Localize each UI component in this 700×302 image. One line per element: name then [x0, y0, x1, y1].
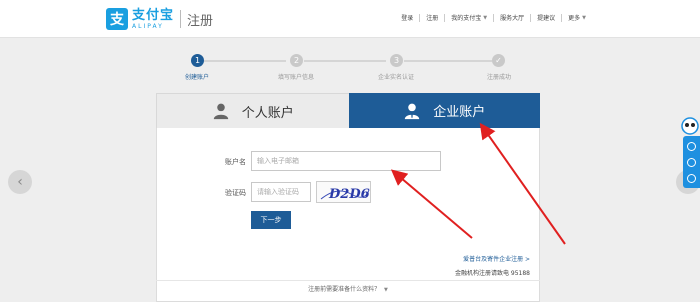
nav-login[interactable]: 登录: [401, 13, 413, 22]
logo-divider: [180, 10, 182, 28]
nav-divider: [444, 13, 446, 22]
tab-personal-label: 个人账户: [241, 105, 294, 121]
captcha-text: D2D6: [328, 187, 370, 202]
logo-cn: 支付宝: [132, 7, 175, 23]
business-user-icon: [405, 103, 420, 119]
captcha-input[interactable]: [251, 182, 311, 202]
tab-enterprise-account[interactable]: 企业账户: [348, 93, 540, 128]
step-3-circle: 3: [390, 54, 403, 67]
chevron-down-icon: ▼: [582, 14, 586, 21]
chat-icon: [687, 158, 696, 167]
alipay-logo-icon: 支: [106, 8, 128, 30]
footer-help-link[interactable]: 注册前需要准备什么资料？ ▼: [156, 284, 540, 293]
top-header: 支 支付宝 ALIPAY 注册 登录 注册 我的支付宝 ▼ 服务大厅 提建议 更…: [0, 0, 700, 38]
next-step-button[interactable]: 下一步: [251, 211, 291, 229]
step-4-label: 注册成功: [486, 74, 511, 81]
account-email-input[interactable]: [251, 151, 441, 171]
captcha-image[interactable]: D2D6: [316, 181, 371, 203]
step-3-label: 企业实名认证: [377, 74, 414, 81]
robot-assistant-icon[interactable]: [680, 116, 700, 136]
step-1-label: 创建账户: [184, 74, 209, 81]
footer-help-label: 注册前需要准备什么资料？: [308, 286, 381, 293]
step-4-check-icon: ✓: [492, 54, 505, 67]
nav-divider: [561, 13, 563, 22]
nav-divider: [493, 13, 495, 22]
nav-my-alipay[interactable]: 我的支付宝 ▼: [451, 13, 488, 23]
nav-suggest[interactable]: 提建议: [537, 13, 555, 22]
captcha-graphic: D2D6: [320, 187, 370, 202]
step-connector: [404, 60, 492, 62]
logo-wordmark: 支付宝 ALIPAY: [132, 9, 174, 30]
nav-service-hall[interactable]: 服务大厅: [500, 13, 524, 22]
step-connector: [304, 60, 386, 62]
free-register-link[interactable]: 爱普台及寄件企业注册 >: [463, 254, 530, 263]
prev-arrow-button[interactable]: ‹: [8, 170, 32, 194]
feedback-icon: [687, 174, 696, 183]
captcha-label: 验证码: [225, 189, 246, 197]
nav-my-alipay-label: 我的支付宝: [451, 15, 482, 22]
account-type-tabs: 个人账户 企业账户: [156, 93, 540, 128]
alipay-logo[interactable]: 支 支付宝 ALIPAY 注册: [106, 8, 213, 30]
nav-more-label: 更多: [568, 15, 581, 22]
nav-register[interactable]: 注册: [426, 13, 438, 22]
nav-divider: [419, 13, 421, 22]
top-nav: 登录 注册 我的支付宝 ▼ 服务大厅 提建议 更多 ▼: [401, 13, 586, 22]
tab-enterprise-label: 企业账户: [433, 105, 486, 120]
logo-en: ALIPAY: [132, 22, 164, 30]
financial-institution-note: 金融机构注册请致电 95188: [455, 270, 530, 277]
nav-more[interactable]: 更多 ▼: [568, 13, 586, 23]
footer-divider: [156, 280, 540, 281]
user-icon: [213, 103, 228, 120]
side-service-panel[interactable]: [683, 136, 700, 188]
chevron-down-icon: ▼: [384, 287, 388, 293]
account-name-label: 账户名: [225, 158, 246, 166]
tab-personal-account[interactable]: 个人账户: [156, 93, 349, 128]
step-2-label: 填写账户信息: [277, 74, 314, 81]
chevron-left-icon: ‹: [17, 174, 23, 190]
service-icon: [687, 142, 696, 151]
step-1-circle: 1: [191, 54, 204, 67]
nav-divider: [530, 13, 532, 22]
step-2-circle: 2: [290, 54, 303, 67]
step-connector: [204, 60, 286, 62]
page-title: 注册: [187, 13, 214, 29]
chevron-down-icon: ▼: [483, 14, 488, 21]
